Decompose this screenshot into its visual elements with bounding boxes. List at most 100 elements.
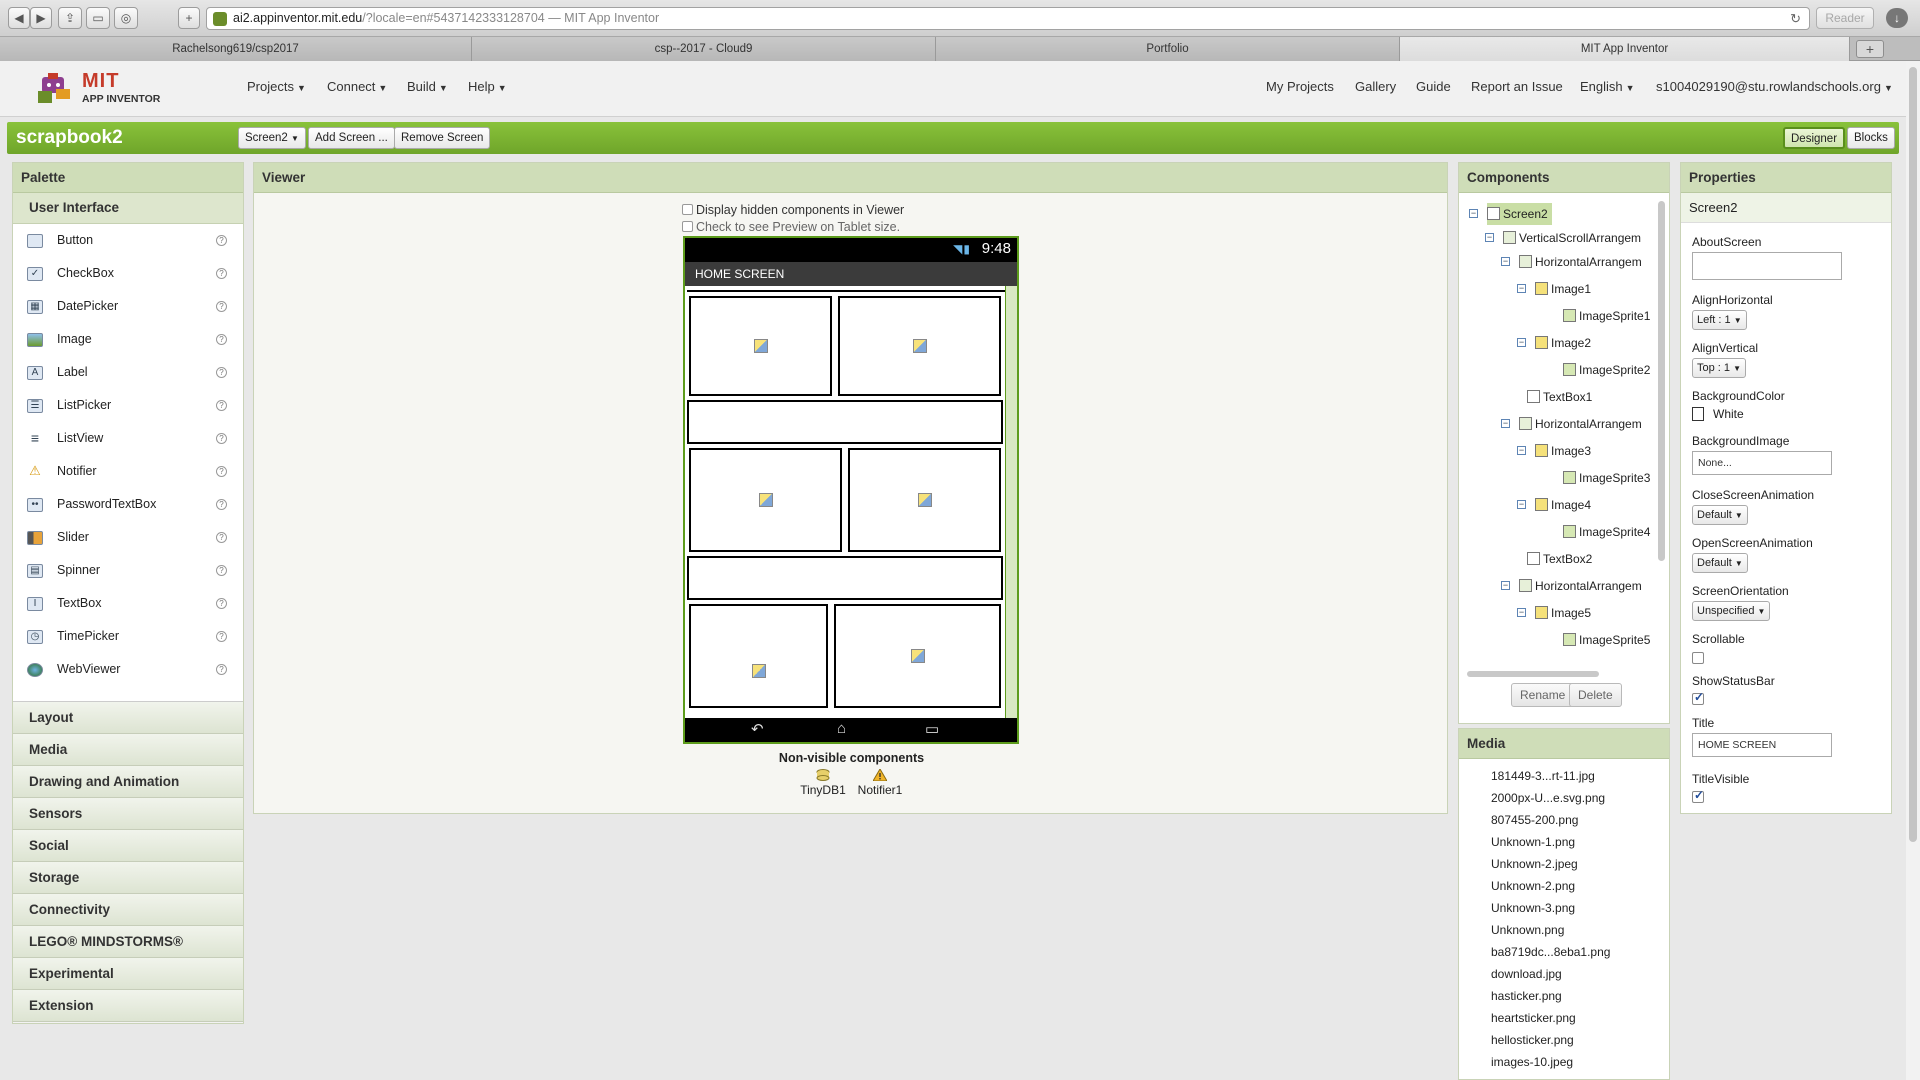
reader-button[interactable]: Reader [1816, 7, 1874, 29]
tree-node[interactable]: − HorizontalArrangem [1501, 251, 1642, 273]
notifier1-component[interactable]: Notifier1 [852, 769, 908, 797]
media-file[interactable]: hellosticker.png [1491, 1033, 1574, 1047]
tree-node[interactable]: TextBox2 [1527, 548, 1592, 570]
browser-tab-active[interactable]: MIT App Inventor [1400, 37, 1850, 61]
palette-item-timepicker[interactable]: ◷ TimePicker? [13, 620, 243, 653]
category-media[interactable]: Media [13, 734, 243, 766]
prop-scrollable-checkbox[interactable] [1692, 652, 1704, 664]
components-hscrollbar[interactable] [1467, 671, 1599, 677]
help-icon[interactable]: ? [216, 400, 227, 411]
browser-tab[interactable]: csp--2017 - Cloud9 [472, 37, 936, 61]
address-bar[interactable]: ai2.appinventor.mit.edu/?locale=en#54371… [206, 7, 1810, 30]
category-user-interface[interactable]: User Interface [13, 193, 243, 224]
textbox1[interactable] [687, 400, 1003, 444]
palette-item-webviewer[interactable]: WebViewer? [13, 653, 243, 686]
tree-node[interactable]: − HorizontalArrangem [1501, 575, 1642, 597]
tablet-preview-checkbox[interactable]: Check to see Preview on Tablet size. [682, 220, 900, 234]
reload-icon[interactable]: ↻ [1790, 8, 1801, 29]
image3[interactable] [689, 448, 842, 552]
palette-item-spinner[interactable]: ▤ Spinner? [13, 554, 243, 587]
help-icon[interactable]: ? [216, 598, 227, 609]
media-file[interactable]: 807455-200.png [1491, 813, 1578, 827]
prop-bgimage-input[interactable]: None... [1692, 451, 1832, 475]
tree-node[interactable]: − VerticalScrollArrangem [1485, 227, 1641, 249]
help-icon[interactable]: ? [216, 268, 227, 279]
palette-item-textbox[interactable]: I TextBox? [13, 587, 243, 620]
rename-button[interactable]: Rename [1511, 683, 1575, 707]
browser-tab[interactable]: Portfolio [936, 37, 1400, 61]
gallery-link[interactable]: Gallery [1355, 79, 1396, 94]
tree-node[interactable]: − Image3 [1517, 440, 1591, 462]
palette-item-datepicker[interactable]: ▦ DatePicker? [13, 290, 243, 323]
help-icon[interactable]: ? [216, 499, 227, 510]
media-file[interactable]: Unknown-3.png [1491, 901, 1575, 915]
remove-screen-button[interactable]: Remove Screen [394, 127, 491, 149]
category-extension[interactable]: Extension [13, 990, 243, 1022]
page-scrollbar[interactable] [1906, 61, 1920, 1080]
palette-item-button[interactable]: Button? [13, 224, 243, 257]
language-menu[interactable]: English ▼ [1580, 79, 1635, 94]
my-projects-link[interactable]: My Projects [1266, 79, 1334, 94]
add-screen-button[interactable]: Add Screen ... [308, 127, 395, 149]
category-social[interactable]: Social [13, 830, 243, 862]
hidden-components-checkbox[interactable]: Display hidden components in Viewer [682, 203, 904, 217]
prop-title-input[interactable]: HOME SCREEN [1692, 733, 1832, 757]
app-inventor-logo[interactable]: MIT APP INVENTOR [36, 67, 166, 111]
category-layout[interactable]: Layout [13, 702, 243, 734]
image6[interactable] [834, 604, 1001, 708]
palette-item-notifier[interactable]: ⚠ Notifier? [13, 455, 243, 488]
forward-button[interactable]: ▶ [30, 7, 52, 29]
guide-link[interactable]: Guide [1416, 79, 1451, 94]
image5[interactable] [689, 604, 828, 708]
tree-node[interactable]: − Image1 [1517, 278, 1591, 300]
image4[interactable] [848, 448, 1001, 552]
phone-scrollbar[interactable] [1005, 286, 1017, 718]
media-file[interactable]: download.jpg [1491, 967, 1562, 981]
category-experimental[interactable]: Experimental [13, 958, 243, 990]
color-swatch[interactable] [1692, 407, 1704, 421]
palette-item-slider[interactable]: Slider? [13, 521, 243, 554]
category-lego[interactable]: LEGO® MINDSTORMS® [13, 926, 243, 958]
topsites-icon[interactable]: ◎ [114, 7, 138, 29]
help-icon[interactable]: ? [216, 664, 227, 675]
back-button[interactable]: ◀ [8, 7, 30, 29]
designer-button[interactable]: Designer [1783, 127, 1846, 149]
help-menu[interactable]: Help ▼ [468, 79, 507, 94]
tree-node[interactable]: ImageSprite1 [1563, 305, 1650, 327]
palette-item-image[interactable]: Image? [13, 323, 243, 356]
textbox2[interactable] [687, 556, 1003, 600]
prop-alignv-select[interactable]: Top : 1 ▼ [1692, 358, 1747, 378]
help-icon[interactable]: ? [216, 367, 227, 378]
connect-menu[interactable]: Connect ▼ [327, 79, 387, 94]
report-issue-link[interactable]: Report an Issue [1471, 79, 1563, 94]
palette-item-listview[interactable]: ≡ ListView? [13, 422, 243, 455]
palette-item-passwordtextbox[interactable]: •• PasswordTextBox? [13, 488, 243, 521]
help-icon[interactable]: ? [216, 235, 227, 246]
help-icon[interactable]: ? [216, 466, 227, 477]
category-drawing-animation[interactable]: Drawing and Animation [13, 766, 243, 798]
blocks-button[interactable]: Blocks [1847, 127, 1895, 149]
tree-node[interactable]: ImageSprite4 [1563, 521, 1650, 543]
category-storage[interactable]: Storage [13, 862, 243, 894]
help-icon[interactable]: ? [216, 565, 227, 576]
tree-node[interactable]: − Image4 [1517, 494, 1591, 516]
prop-closeanim-select[interactable]: Default ▼ [1692, 505, 1748, 525]
prop-statusbar-checkbox[interactable] [1692, 690, 1704, 705]
image1[interactable] [689, 296, 832, 396]
media-file[interactable]: 2000px-U...e.svg.png [1491, 791, 1605, 805]
category-connectivity[interactable]: Connectivity [13, 894, 243, 926]
media-file[interactable]: hasticker.png [1491, 989, 1562, 1003]
prop-about-input[interactable] [1692, 252, 1842, 280]
components-scrollbar[interactable] [1658, 201, 1665, 561]
prop-titlevisible-checkbox[interactable] [1692, 788, 1704, 803]
media-file[interactable]: 181449-3...rt-11.jpg [1491, 769, 1595, 783]
new-tab-button[interactable]: + [1856, 40, 1884, 58]
add-bookmark-icon[interactable]: + [178, 7, 200, 29]
prop-bgcolor-value[interactable]: White [1713, 407, 1744, 421]
palette-item-listpicker[interactable]: ☰ ListPicker? [13, 389, 243, 422]
media-file[interactable]: heartsticker.png [1491, 1011, 1576, 1025]
help-icon[interactable]: ? [216, 334, 227, 345]
tree-node[interactable]: − HorizontalArrangem [1501, 413, 1642, 435]
tinydb1-component[interactable]: TinyDB1 [798, 769, 848, 797]
prop-alignh-select[interactable]: Left : 1 ▼ [1692, 310, 1747, 330]
